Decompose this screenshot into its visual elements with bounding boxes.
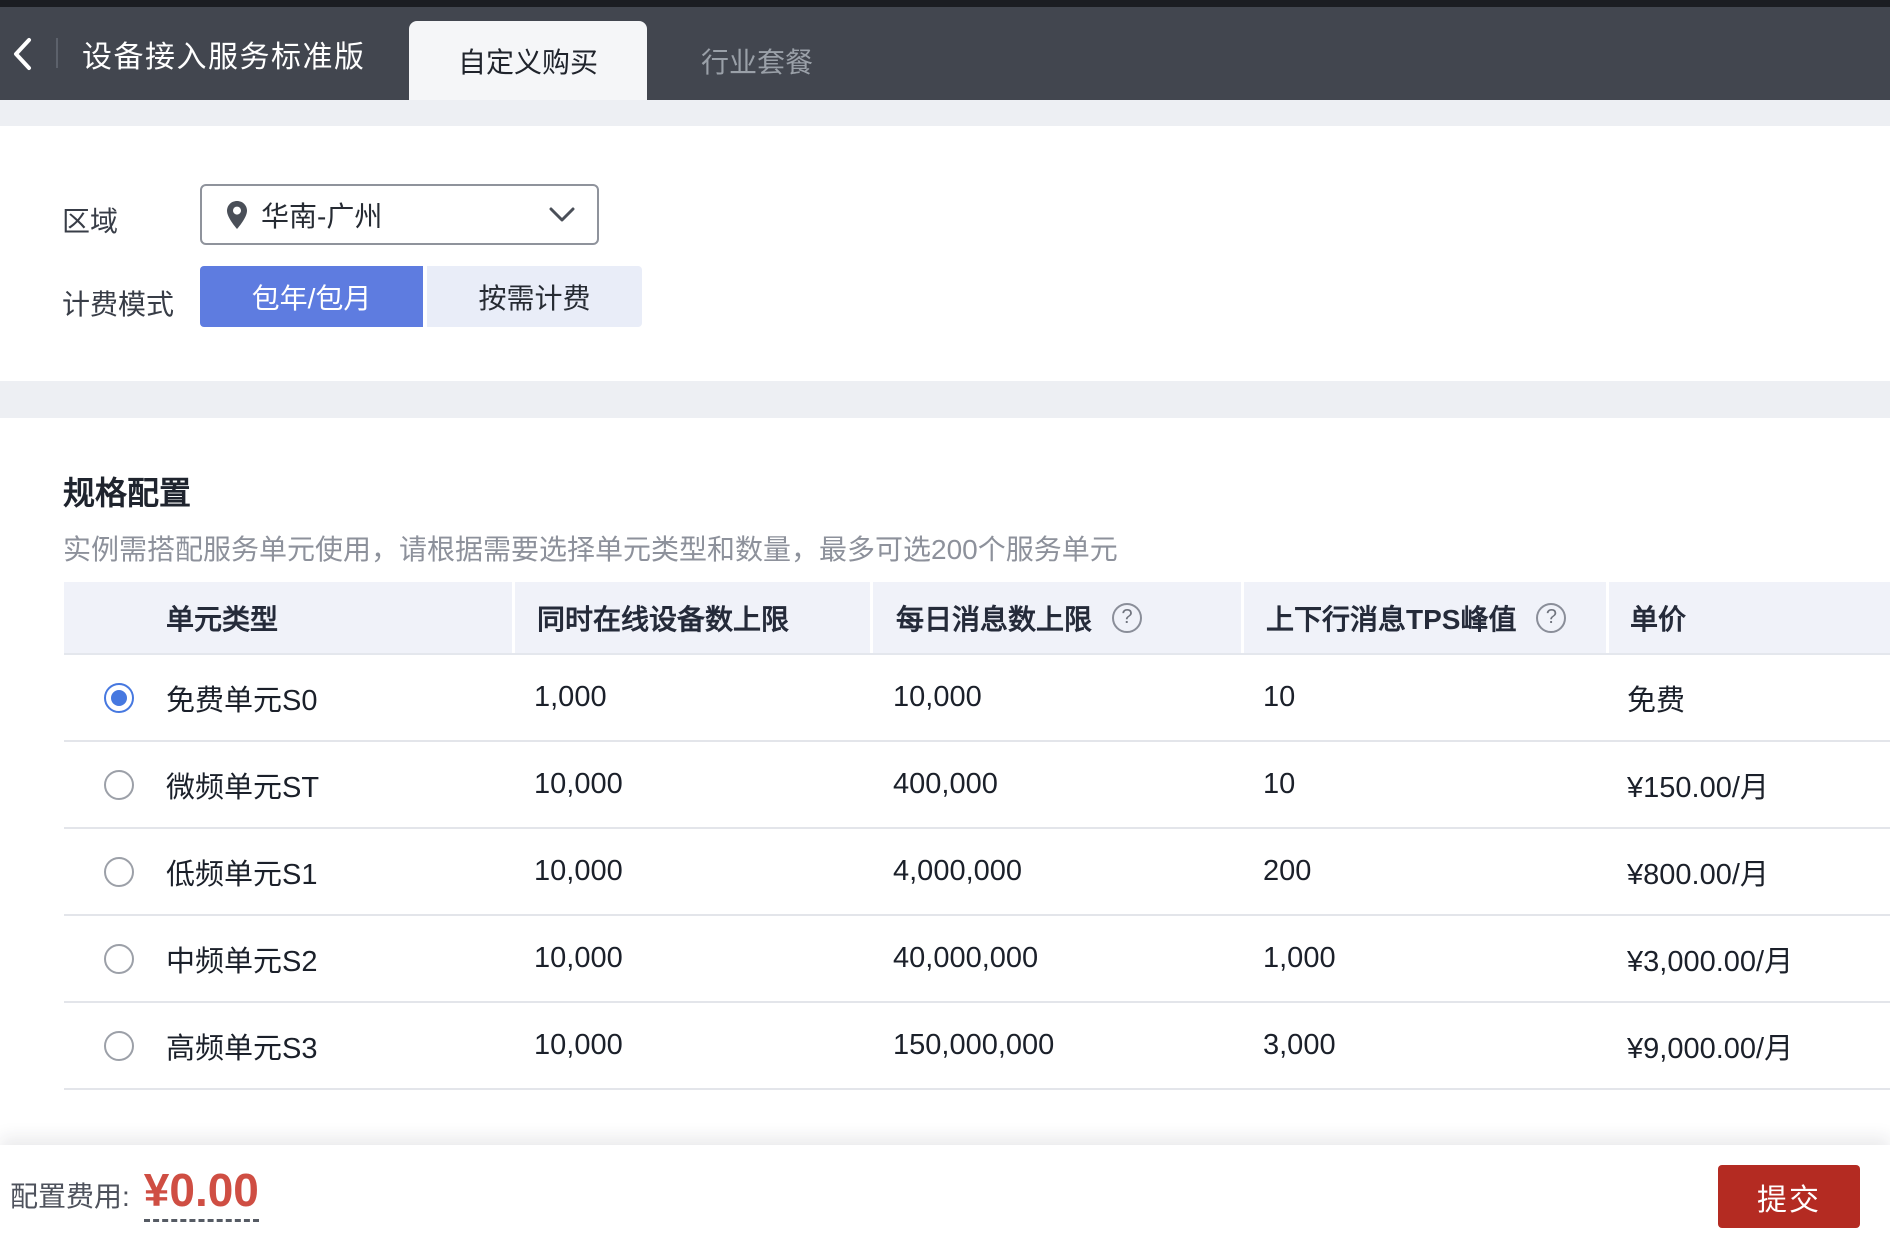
page-header: 设备接入服务标准版 自定义购买 行业套餐	[0, 7, 1890, 100]
table-row: 高频单元S3 10,000 150,000,000 3,000 ¥9,000.00/月	[64, 1003, 1890, 1090]
col-header-label: 单元类型	[166, 603, 279, 635]
daily-message-limit: 10,000	[893, 681, 982, 713]
region-value: 华南-广州	[261, 200, 383, 232]
location-pin-icon	[226, 200, 248, 230]
daily-message-limit: 4,000,000	[893, 855, 1023, 887]
section-separator-band	[0, 381, 1890, 418]
footer-bar: 配置费用: ¥0.00 提交	[0, 1145, 1890, 1244]
unit-type-cell: 免费单元S0	[64, 655, 512, 740]
back-button[interactable]	[8, 37, 36, 71]
unit-name: 低频单元S1	[166, 858, 318, 891]
region-label: 区域	[62, 206, 119, 237]
col-header-label: 单价	[1630, 603, 1687, 635]
col-header-daily-msg-limit: 每日消息数上限	[870, 582, 1241, 653]
daily-message-limit: 150,000,000	[893, 1029, 1055, 1061]
unit-price: 免费	[1627, 684, 1686, 717]
online-device-limit: 10,000	[534, 1029, 623, 1061]
tps-peak: 200	[1263, 855, 1312, 887]
unit-radio[interactable]	[104, 1030, 134, 1061]
unit-table: 单元类型 同时在线设备数上限 每日消息数上限 上下行消息TPS峰值 单价 免费单…	[64, 582, 1890, 1090]
daily-message-limit: 400,000	[893, 768, 998, 800]
daily-message-limit: 40,000,000	[893, 942, 1039, 974]
unit-type-cell: 高频单元S3	[64, 1003, 512, 1088]
window-top-strip	[0, 0, 1890, 7]
chevron-down-icon	[549, 186, 575, 243]
table-body: 免费单元S0 1,000 10,000 10 免费微频单元ST 10,000 400,000…	[64, 655, 1890, 1090]
unit-name: 微频单元ST	[166, 771, 320, 804]
unit-radio[interactable]	[104, 682, 134, 713]
col-header-unit-price: 单价	[1606, 582, 1890, 653]
help-icon[interactable]	[1536, 602, 1567, 633]
spec-section-title: 规格配置	[63, 475, 192, 511]
col-header-label: 每日消息数上限	[896, 603, 1093, 635]
tab-custom-purchase[interactable]: 自定义购买	[409, 21, 647, 100]
unit-type-cell: 中频单元S2	[64, 916, 512, 1001]
billing-option-yearly-monthly[interactable]: 包年/包月	[200, 266, 423, 327]
config-fee-label: 配置费用:	[10, 1180, 130, 1212]
online-device-limit: 10,000	[534, 768, 623, 800]
region-select[interactable]: 华南-广州	[200, 184, 599, 245]
unit-type-cell: 低频单元S1	[64, 829, 512, 914]
online-device-limit: 10,000	[534, 855, 623, 887]
online-device-limit: 10,000	[534, 942, 623, 974]
unit-name: 中频单元S2	[166, 945, 318, 978]
header-divider	[56, 38, 58, 68]
table-row: 低频单元S1 10,000 4,000,000 200 ¥800.00/月	[64, 829, 1890, 916]
col-header-label: 上下行消息TPS峰值	[1266, 603, 1517, 635]
tps-peak: 10	[1263, 768, 1296, 800]
billing-option-on-demand[interactable]: 按需计费	[427, 266, 642, 327]
help-icon[interactable]	[1112, 602, 1143, 633]
buy-page: 设备接入服务标准版 自定义购买 行业套餐 区域 华南-广州 计费模式 包年/包月…	[0, 0, 1890, 1244]
unit-price: ¥800.00/月	[1627, 858, 1769, 891]
table-row: 中频单元S2 10,000 40,000,000 1,000 ¥3,000.00/月	[64, 916, 1890, 1003]
col-header-label: 同时在线设备数上限	[537, 603, 790, 635]
unit-name: 免费单元S0	[166, 684, 318, 717]
col-header-tps-peak: 上下行消息TPS峰值	[1241, 582, 1606, 653]
col-header-online-limit: 同时在线设备数上限	[512, 582, 870, 653]
section-separator-band	[0, 100, 1890, 126]
unit-price: ¥150.00/月	[1627, 771, 1769, 804]
unit-radio[interactable]	[104, 943, 134, 974]
unit-name: 高频单元S3	[166, 1032, 318, 1065]
table-header-row: 单元类型 同时在线设备数上限 每日消息数上限 上下行消息TPS峰值 单价	[64, 582, 1890, 655]
tps-peak: 10	[1263, 681, 1296, 713]
submit-button[interactable]: 提交	[1718, 1165, 1860, 1228]
table-row: 免费单元S0 1,000 10,000 10 免费	[64, 655, 1890, 742]
online-device-limit: 1,000	[534, 681, 607, 713]
unit-radio[interactable]	[104, 769, 134, 800]
col-header-unit-type: 单元类型	[64, 582, 512, 653]
unit-type-cell: 微频单元ST	[64, 742, 512, 827]
unit-price: ¥9,000.00/月	[1627, 1032, 1794, 1065]
tps-peak: 3,000	[1263, 1029, 1336, 1061]
unit-radio[interactable]	[104, 856, 134, 887]
billing-mode-label: 计费模式	[62, 289, 175, 320]
spec-section-description: 实例需搭配服务单元使用，请根据需要选择单元类型和数量，最多可选200个服务单元	[63, 534, 1118, 565]
tps-peak: 1,000	[1263, 942, 1336, 974]
tab-industry-package[interactable]: 行业套餐	[647, 21, 867, 100]
table-row: 微频单元ST 10,000 400,000 10 ¥150.00/月	[64, 742, 1890, 829]
config-fee-value[interactable]: ¥0.00	[143, 1167, 259, 1222]
chevron-left-icon	[11, 37, 33, 71]
page-title: 设备接入服务标准版	[82, 40, 366, 74]
unit-price: ¥3,000.00/月	[1627, 945, 1794, 978]
